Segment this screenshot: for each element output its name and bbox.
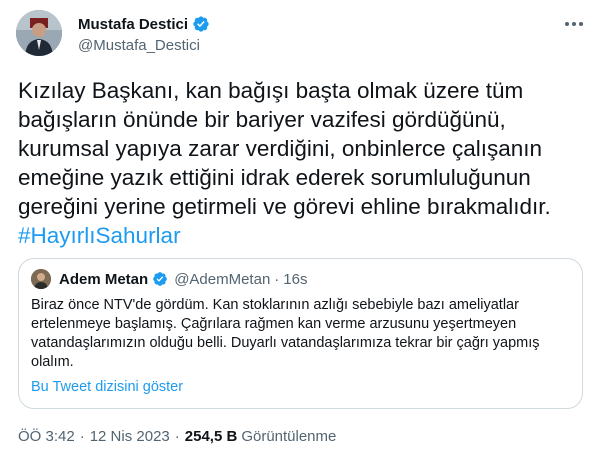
separator-dot: · <box>174 428 180 445</box>
tweet-line: bağışların önünde bir bariyer vazifesi g… <box>18 107 506 132</box>
quoted-author-handle[interactable]: @AdemMetan <box>174 271 270 288</box>
quoted-tweet-header: Adem Metan @AdemMetan · 16s <box>31 269 307 289</box>
verified-badge-icon <box>152 271 168 287</box>
hashtag-link[interactable]: #HayırlıSahurlar <box>18 223 181 248</box>
more-options-icon <box>565 22 583 26</box>
show-thread-link[interactable]: Bu Tweet dizisini göster <box>31 379 183 395</box>
quoted-line: vatandaşlarımızın olduğu belli. Duyarlı … <box>31 335 540 351</box>
author-handle[interactable]: @Mustafa_Destici <box>78 37 210 54</box>
verified-badge-icon <box>192 15 210 33</box>
quoted-tweet-time[interactable]: 16s <box>283 271 307 288</box>
tweet-meta: ÖÖ 3:42 · 12 Nis 2023 · 254,5 B Görüntül… <box>18 428 336 445</box>
tweet-date[interactable]: 12 Nis 2023 <box>90 428 170 445</box>
author-info: Mustafa Destici @Mustafa_Destici <box>78 14 210 54</box>
author-name[interactable]: Mustafa Destici <box>78 16 188 33</box>
quoted-tweet-card[interactable]: Adem Metan @AdemMetan · 16s Biraz önce N… <box>18 258 583 409</box>
tweet-line: Kızılay Başkanı, kan bağışı başta olmak … <box>18 78 524 103</box>
separator-dot: · <box>79 428 85 445</box>
quoted-author-avatar[interactable] <box>31 269 51 289</box>
tweet-line: kurumsal yapıya zarar verdiğini, onbinle… <box>18 136 543 161</box>
views-count: 254,5 B <box>184 428 238 445</box>
separator-dot: · <box>274 270 280 288</box>
author-avatar[interactable] <box>16 10 62 56</box>
quoted-author-name[interactable]: Adem Metan <box>59 271 148 288</box>
quoted-line: olalım. <box>31 354 74 370</box>
quoted-tweet-text: Biraz önce NTV'de gördüm. Kan stoklarını… <box>31 296 571 372</box>
tweet-time[interactable]: ÖÖ 3:42 <box>18 428 75 445</box>
quoted-line: ertelenmeye başlamış. Çağrılara rağmen k… <box>31 316 517 332</box>
tweet-text: Kızılay Başkanı, kan bağışı başta olmak … <box>18 76 588 250</box>
tweet-line: emeğine yazık ettiğini idrak ederek soru… <box>18 165 531 190</box>
quoted-line: Biraz önce NTV'de gördüm. Kan stoklarını… <box>31 297 519 313</box>
more-options-button[interactable] <box>562 14 586 34</box>
views-label: Görüntülenme <box>241 428 337 445</box>
tweet-line: gereğini yerine getirmeli ve görevi ehli… <box>18 194 551 219</box>
